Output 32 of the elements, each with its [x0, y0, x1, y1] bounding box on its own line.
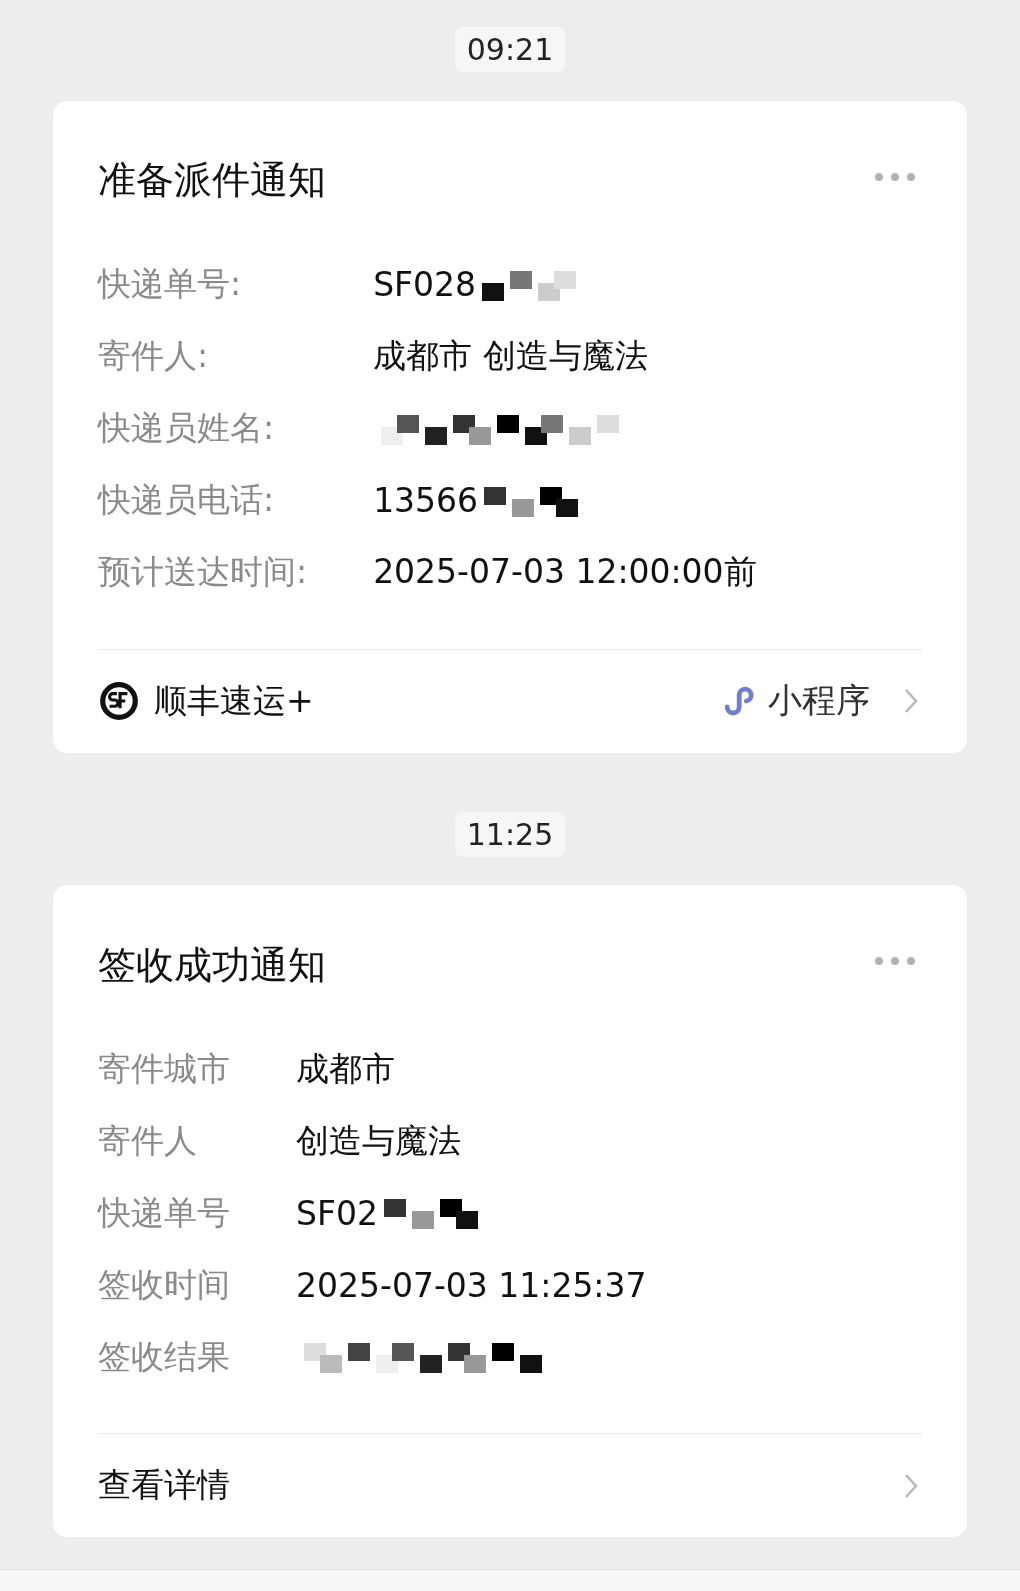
- field-label: 快递员姓名:: [98, 407, 276, 450]
- field-value: 成都市: [296, 1047, 395, 1090]
- field-value: SF02: [296, 1193, 378, 1233]
- field-label: 寄件城市: [98, 1047, 230, 1090]
- field-value: 成都市 创造与魔法: [373, 335, 648, 378]
- mini-program-label: 小程序: [768, 679, 870, 723]
- card-title: 签收成功通知: [98, 941, 326, 989]
- field-label: 寄件人: [98, 1119, 198, 1162]
- field-value: 2025-07-03 12:00:00前: [373, 551, 757, 594]
- field-value: 创造与魔法: [296, 1119, 461, 1162]
- field-label: 快递单号: [98, 1191, 230, 1234]
- field-value: SF028: [373, 265, 477, 305]
- field-label: 签收结果: [98, 1335, 230, 1378]
- timestamp: 09:21: [454, 27, 566, 73]
- field-label: 预计送达时间:: [98, 551, 308, 594]
- card-title: 准备派件通知: [98, 157, 326, 205]
- chevron-right-icon[interactable]: [904, 1472, 918, 1499]
- more-icon[interactable]: [874, 956, 916, 967]
- notification-card[interactable]: 签收成功通知 寄件城市 成都市 寄件人 创造与魔法 快递单号 SF02 签收时间 2025-07-03 11:25:37 签收结果 查看详情: [53, 885, 967, 1538]
- field-value: 13566: [373, 481, 479, 521]
- more-icon[interactable]: [874, 171, 916, 182]
- field-label: 签收时间: [98, 1263, 230, 1306]
- brand-name[interactable]: 顺丰速运+: [154, 678, 314, 724]
- view-details-link[interactable]: 查看详情: [98, 1463, 230, 1509]
- field-label: 寄件人:: [98, 335, 210, 378]
- field-label: 快递单号:: [98, 263, 243, 306]
- sf-logo-icon: [98, 680, 140, 723]
- field-label: 快递员电话:: [98, 479, 276, 522]
- field-value: 2025-07-03 11:25:37: [296, 1265, 647, 1305]
- timestamp: 11:25: [454, 811, 566, 857]
- chevron-right-icon[interactable]: [904, 688, 918, 715]
- notification-card[interactable]: 准备派件通知 快递单号: SF028 寄件人: 成都市 创造与魔法 快递员姓名: 快递员电话: 13566 预计送达时间: 2025-07-03 12:00:00前 顺丰速运+ 小程序: [53, 100, 967, 753]
